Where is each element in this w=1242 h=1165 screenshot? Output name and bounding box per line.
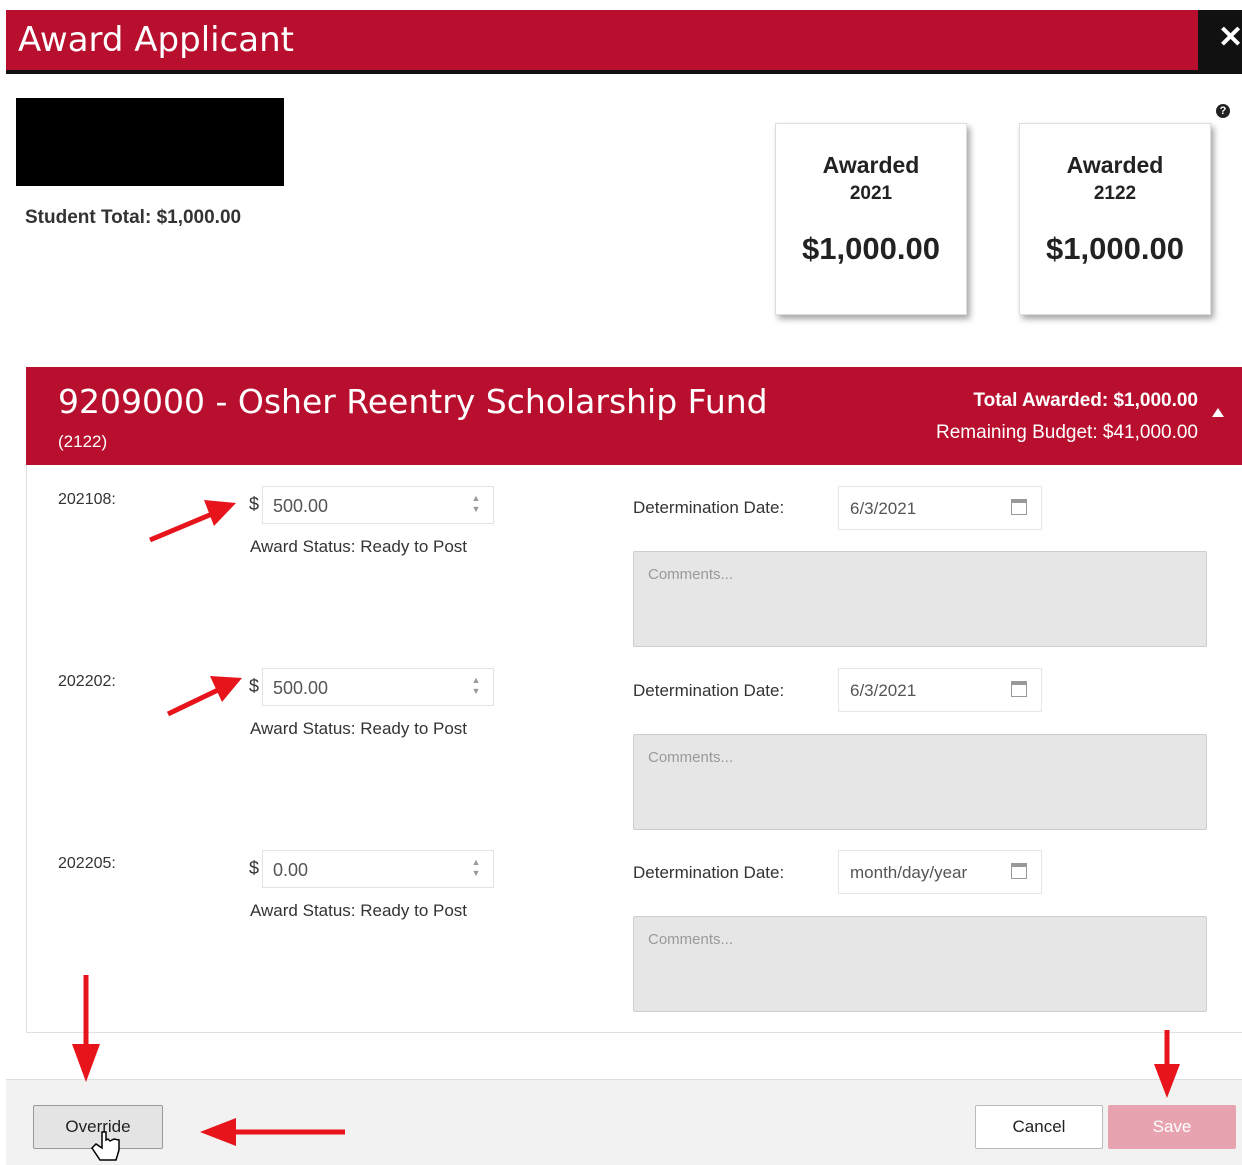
annotation-arrow [1154, 1030, 1180, 1098]
annotation-arrow [200, 1118, 345, 1146]
annotation-arrow [166, 676, 242, 717]
annotation-arrow [72, 975, 100, 1082]
hand-cursor-icon [91, 1131, 120, 1161]
annotation-arrows [72, 500, 1180, 1161]
annotation-arrow [149, 500, 236, 543]
